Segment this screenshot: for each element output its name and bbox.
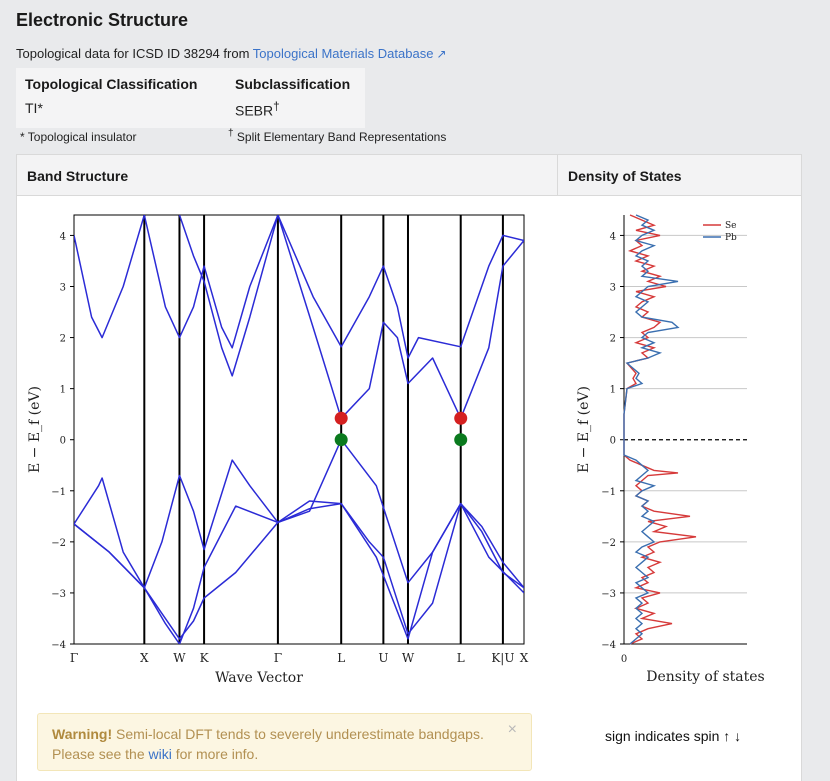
band-marker [334,433,348,447]
dos-y-tick-label: −1 [601,487,616,498]
band-plot-frame [73,214,525,645]
x-tick-label: X [520,651,529,665]
dos-chart: −4 −3 −2 −1 0 1 2 3 4 0 Se Pb Density of states E − E… [576,214,765,685]
band-line [74,500,524,644]
x-tick-label: L [457,651,465,665]
band-line [178,215,279,377]
topological-source: Topological data for ICSD ID 38294 from … [16,46,447,61]
dos-y-tick-label: 4 [610,231,616,242]
x-tick-label: L [337,651,345,665]
legend-label: Se [725,221,737,231]
y-tick-label: −2 [51,538,66,549]
x-tick-label: K [200,651,210,665]
footnote-text: Split Elementary Band Representations [236,130,447,144]
x-tick-label: Γ [70,651,78,665]
dos-y-tick-label: 2 [610,334,616,345]
dagger-mark: † [273,100,280,113]
band-line [277,215,524,420]
dos-y-tick-label: −2 [601,538,616,549]
footnote-dagger: † [228,128,234,139]
y-tick-label: 1 [60,385,66,396]
x-tick-label: X [140,651,149,665]
legend-label: Pb [725,233,737,243]
dos-y-tick-label: 3 [610,283,616,294]
spin-note: sign indicates spin ↑ ↓ [605,728,742,744]
x-tick-label: W [402,651,415,665]
band-structure-chart: Γ X W K Γ L U W L K|U X−4−3−2−101234Wave VectorE −… [27,214,529,686]
y-tick-label: −3 [51,589,66,600]
ti-footnote: * Topological insulator [20,130,137,144]
warning-strong: Warning! [52,726,113,742]
dos-header: Density of States [558,155,801,196]
band-marker [334,411,348,425]
x-tick-label: K|U [491,651,514,665]
warning-text: Semi-local DFT tends to severely underes… [52,726,484,762]
warning-alert: Warning! Semi-local DFT tends to severel… [37,713,532,771]
wiki-link[interactable]: wiki [149,746,172,762]
dos-y-tick-label: 0 [610,436,616,447]
band-line [277,215,524,359]
external-link-icon[interactable]: ↗ [436,47,446,61]
subclassification-text: SEBR [235,102,274,119]
dos-x-axis-label: Density of states [646,669,765,685]
band-line [143,215,279,349]
topological-db-link[interactable]: Topological Materials Database [253,46,434,61]
electronic-structure-panel: Band Structure Density of States ΓXWKΓLU… [16,154,802,781]
band-structure-header: Band Structure [17,155,558,196]
y-tick-label: −1 [51,487,66,498]
y-tick-label: 0 [60,436,66,447]
close-icon[interactable]: × [508,720,517,740]
dos-y-tick-label: −3 [601,589,616,600]
dos-y-axis-label: E − E_f (eV) [576,386,592,473]
subclassification-value: SEBR† [235,100,356,119]
dos-line [623,214,680,645]
band-line [74,438,524,640]
x-axis-label: Wave Vector [215,670,303,686]
y-tick-label: −4 [51,640,66,651]
classification-value: TI* [25,100,43,116]
x-tick-label: W [173,651,186,665]
y-tick-label: 4 [60,231,66,242]
page-title: Electronic Structure [16,10,189,30]
y-axis-label: E − E_f (eV) [27,386,43,473]
y-tick-label: 2 [60,334,66,345]
dos-y-tick-label: −4 [601,640,616,651]
warning-tail: for more info. [171,746,259,762]
band-lines [74,215,524,644]
subclassification-header: Subclassification [235,76,351,92]
band-line [74,459,524,640]
classification-header: Topological Classification [25,76,198,92]
source-text: Topological data for ICSD ID 38294 from [16,46,253,61]
dos-x-tick-label: 0 [621,654,627,665]
sebr-footnote: † Split Elementary Band Representations [228,128,446,144]
subclassification-cell: Subclassification SEBR† [226,68,365,128]
x-tick-label: Γ [274,651,282,665]
band-marker [454,433,468,447]
x-tick-label: U [378,651,388,665]
band-marker [454,411,468,425]
band-line [74,215,146,339]
dos-y-tick-label: 1 [610,385,616,396]
y-tick-label: 3 [60,283,66,294]
classification-cell: Topological Classification TI* [16,68,226,128]
